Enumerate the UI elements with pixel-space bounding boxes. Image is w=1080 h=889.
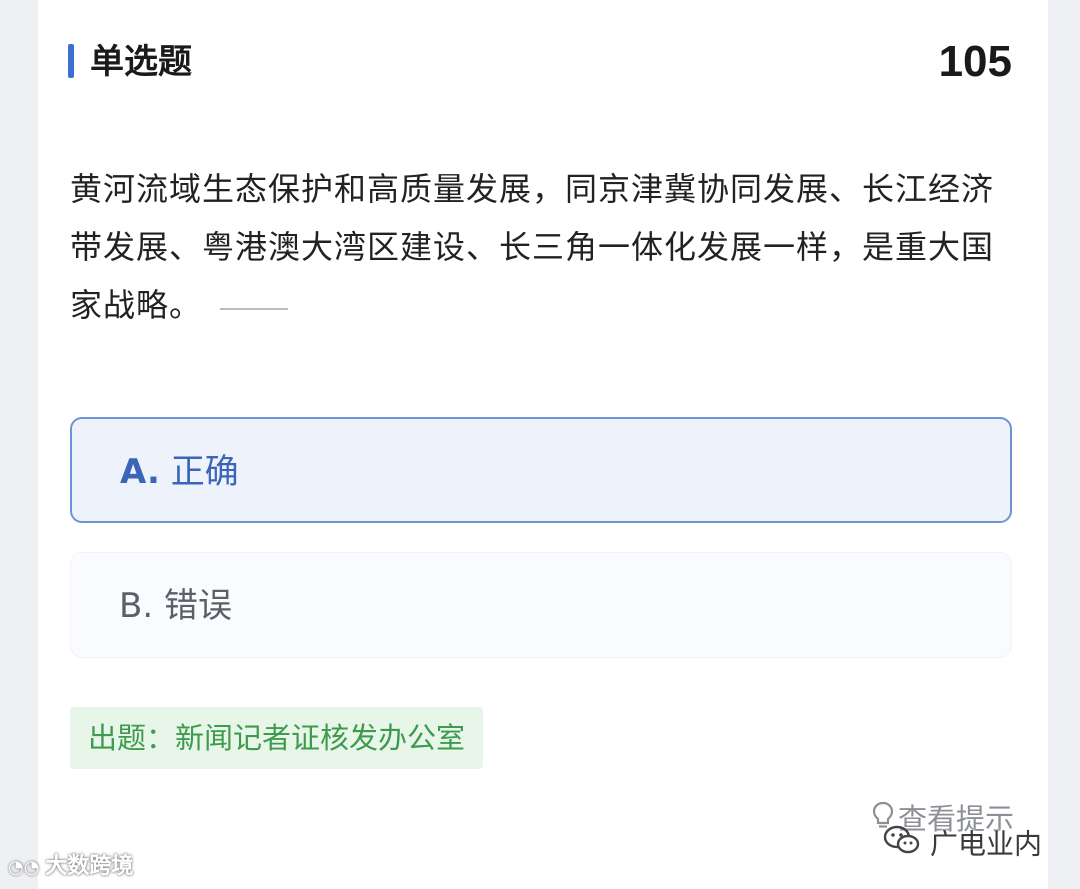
question-number: 105	[938, 37, 1012, 86]
answer-blank	[220, 308, 289, 310]
option-b-letter: B.	[119, 586, 154, 626]
watermark-logo-icon: ◔◔	[8, 857, 40, 878]
question-text: 黄河流域生态保护和高质量发展，同京津冀协同发展、长江经济带发展、粤港澳大湾区建设…	[70, 170, 995, 324]
question-header: 单选题 105	[68, 38, 1014, 86]
wechat-icon	[882, 824, 922, 867]
option-b-text: 错误	[163, 586, 232, 626]
option-a-text: 正确	[170, 452, 239, 492]
watermark-right: 广电业内	[882, 824, 1042, 867]
option-b[interactable]: B. 错误	[70, 552, 1012, 658]
accent-bar	[68, 44, 74, 78]
watermark-left: ◔◔ 大数跨境	[8, 852, 133, 883]
source-badge: 出题：新闻记者证核发办公室	[70, 707, 484, 769]
question-type-label: 单选题	[90, 42, 192, 82]
watermark-left-text: 大数跨境	[45, 854, 134, 879]
option-a-letter: A.	[120, 452, 160, 492]
watermark-right-text: 广电业内	[929, 827, 1042, 861]
question-text-block: 黄河流域生态保护和高质量发展，同京津冀协同发展、长江经济带发展、粤港澳大湾区建设…	[70, 160, 1016, 334]
option-a[interactable]: A. 正确	[70, 417, 1012, 523]
